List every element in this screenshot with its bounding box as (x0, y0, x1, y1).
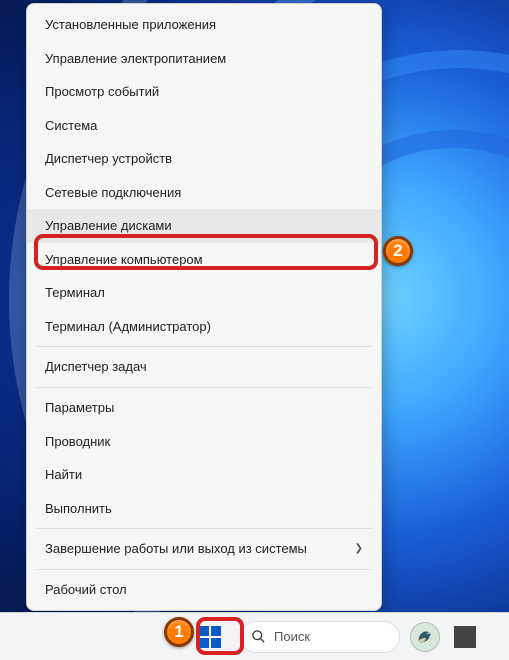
menu-separator (37, 528, 371, 529)
taskbar-search-label: Поиск (274, 629, 310, 644)
desktop-background: Установленные приложения Управление элек… (0, 0, 509, 660)
menu-item-shutdown-signout[interactable]: Завершение работы или выход из системы ❯ (27, 532, 381, 566)
chevron-right-icon: ❯ (355, 542, 363, 556)
taskbar-app-icon[interactable] (454, 626, 476, 648)
winx-power-menu: Установленные приложения Управление элек… (26, 3, 382, 611)
menu-item-desktop[interactable]: Рабочий стол (27, 573, 381, 607)
menu-item-task-manager[interactable]: Диспетчер задач (27, 350, 381, 384)
menu-item-run[interactable]: Выполнить (27, 492, 381, 526)
menu-item-system[interactable]: Система (27, 109, 381, 143)
menu-item-terminal[interactable]: Терминал (27, 276, 381, 310)
menu-item-computer-management[interactable]: Управление компьютером (27, 243, 381, 277)
menu-item-terminal-admin[interactable]: Терминал (Администратор) (27, 310, 381, 344)
taskbar: Поиск (0, 612, 509, 660)
windows-logo-icon (199, 626, 221, 648)
start-button[interactable] (190, 621, 230, 653)
menu-item-settings[interactable]: Параметры (27, 391, 381, 425)
menu-item-event-viewer[interactable]: Просмотр событий (27, 75, 381, 109)
annotation-badge-2: 2 (383, 236, 413, 266)
menu-separator (37, 346, 371, 347)
annotation-badge-1: 1 (164, 617, 194, 647)
menu-separator (37, 387, 371, 388)
taskbar-avatar-icon[interactable] (410, 622, 440, 652)
menu-item-installed-apps[interactable]: Установленные приложения (27, 8, 381, 42)
search-icon (251, 629, 266, 644)
bird-icon (414, 626, 436, 648)
menu-item-search[interactable]: Найти (27, 458, 381, 492)
menu-separator (37, 569, 371, 570)
menu-item-disk-management[interactable]: Управление дисками (27, 209, 381, 243)
menu-item-device-manager[interactable]: Диспетчер устройств (27, 142, 381, 176)
menu-item-power-options[interactable]: Управление электропитанием (27, 42, 381, 76)
menu-item-explorer[interactable]: Проводник (27, 425, 381, 459)
menu-item-network-connections[interactable]: Сетевые подключения (27, 176, 381, 210)
taskbar-search[interactable]: Поиск (240, 621, 400, 653)
